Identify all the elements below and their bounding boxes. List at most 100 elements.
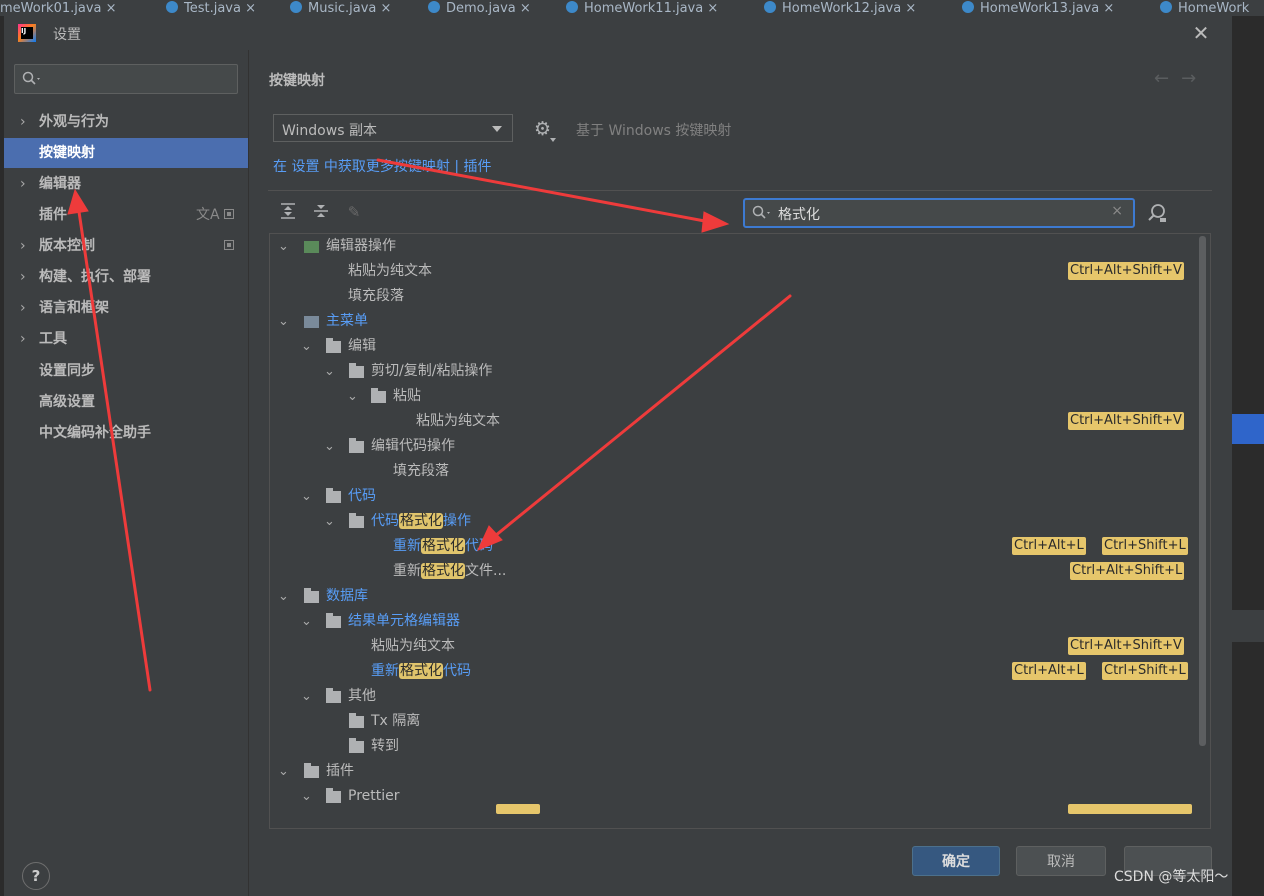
close-icon[interactable]: ✕ — [1190, 22, 1212, 44]
keymap-search-input[interactable]: 格式化 × — [743, 198, 1135, 228]
watermark: CSDN @等太阳～ — [1114, 869, 1229, 885]
sidebar-item-plugins[interactable]: 插件 文A — [4, 200, 248, 230]
chevron-down-icon: ⌄ — [278, 764, 289, 779]
tree-row[interactable]: ⌄ 剪切/复制/粘贴操作 — [270, 359, 1200, 384]
tree-row[interactable]: ⌄ 编辑代码操作 — [270, 434, 1200, 459]
shortcut-badge: Ctrl+Alt+Shift+V — [1068, 262, 1184, 280]
sidebar-item-keymap[interactable]: 按键映射 — [4, 138, 248, 168]
folder-icon — [304, 588, 319, 603]
tree-row[interactable]: 重新格式化文件... Ctrl+Alt+Shift+L — [270, 559, 1200, 584]
editor-tab[interactable]: HomeWork11.java × — [566, 0, 718, 16]
expand-all-icon[interactable] — [278, 202, 298, 222]
folder-icon — [326, 488, 341, 503]
sidebar-search-input[interactable] — [14, 64, 238, 94]
editor-tab[interactable]: Music.java × — [290, 0, 391, 16]
tree-row[interactable]: ⌄ 代码 — [270, 484, 1200, 509]
chevron-right-icon: › — [20, 176, 26, 192]
find-by-shortcut-icon[interactable] — [1146, 202, 1168, 224]
help-button[interactable]: ? — [22, 862, 50, 890]
editor-tab[interactable]: HomeWork13.java × — [962, 0, 1114, 16]
folder-icon — [349, 713, 364, 728]
keymap-panel: 按键映射 ← → Windows 副本 ⚙ 基于 Windows 按键映射 在 设… — [248, 50, 1232, 850]
tree-row[interactable]: 重新格式化代码 Ctrl+Alt+L Ctrl+Shift+L — [270, 659, 1200, 684]
chevron-down-icon: ⌄ — [301, 689, 312, 704]
chevron-down-icon: ⌄ — [301, 489, 312, 504]
tree-row[interactable]: ⌄ 结果单元格编辑器 — [270, 609, 1200, 634]
project-settings-icon — [224, 240, 234, 250]
chevron-down-icon: ⌄ — [301, 614, 312, 629]
folder-icon — [304, 763, 319, 778]
plugins-link[interactable]: 插件 — [459, 159, 492, 175]
ok-button[interactable]: 确定 — [912, 846, 1000, 876]
dialog-titlebar: IJ 设置 ✕ — [4, 16, 1232, 50]
shortcut-peek — [1068, 804, 1192, 814]
chevron-right-icon: › — [20, 238, 26, 254]
project-settings-icon — [224, 209, 234, 219]
folder-icon — [349, 438, 364, 453]
clear-search-icon[interactable]: × — [1111, 203, 1123, 219]
shortcut-badge: Ctrl+Alt+Shift+V — [1068, 412, 1184, 430]
chevron-down-icon: ⌄ — [278, 589, 289, 604]
dropdown-caret-icon — [492, 126, 502, 132]
sidebar-item-cn-helper[interactable]: 中文编码补全助手 — [4, 418, 248, 448]
tree-row[interactable]: 填充段落 — [270, 459, 1200, 484]
sidebar-item-vcs[interactable]: › 版本控制 — [4, 231, 248, 261]
sidebar-item-editor[interactable]: › 编辑器 — [4, 169, 248, 199]
search-match-highlight: 格式化 — [421, 538, 465, 554]
tree-row[interactable]: ⌄ 主菜单 — [270, 309, 1200, 334]
tree-row[interactable]: 转到 — [270, 734, 1200, 759]
search-icon — [752, 205, 770, 219]
editor-tab[interactable]: Demo.java × — [428, 0, 531, 16]
main-menu-icon — [304, 316, 319, 328]
sidebar-item-languages[interactable]: › 语言和框架 — [4, 293, 248, 323]
sidebar-item-sync[interactable]: 设置同步 — [4, 356, 248, 386]
highlight-peek — [496, 804, 540, 814]
tree-row[interactable]: 填充段落 — [270, 284, 1200, 309]
back-arrow-icon[interactable]: ← — [1154, 68, 1169, 89]
tree-row[interactable]: 重新格式化代码 Ctrl+Alt+L Ctrl+Shift+L — [270, 534, 1200, 559]
based-on-label: 基于 Windows 按键映射 — [576, 123, 732, 139]
chevron-down-icon: ⌄ — [278, 239, 289, 254]
tree-row[interactable]: ⌄ 插件 — [270, 759, 1200, 784]
sidebar-item-appearance[interactable]: › 外观与行为 — [4, 107, 248, 137]
tree-row[interactable]: ⌄ 粘贴 — [270, 384, 1200, 409]
sidebar-item-advanced[interactable]: 高级设置 — [4, 387, 248, 417]
other-folder-icon — [326, 688, 341, 703]
tree-row[interactable]: ⌄ 编辑 — [270, 334, 1200, 359]
tree-row[interactable]: ⌄ 其他 — [270, 684, 1200, 709]
tree-row[interactable]: ⌄ 代码格式化操作 — [270, 509, 1200, 534]
dialog-title: 设置 — [53, 27, 81, 43]
keymap-select[interactable]: Windows 副本 — [273, 114, 513, 142]
tree-row[interactable]: ⌄ 数据库 — [270, 584, 1200, 609]
tree-row[interactable]: Tx 隔离 — [270, 709, 1200, 734]
chevron-down-icon: ⌄ — [301, 789, 312, 804]
chevron-down-icon: ⌄ — [324, 364, 335, 379]
chevron-down-icon: ⌄ — [324, 439, 335, 454]
tree-row[interactable]: 粘贴为纯文本 Ctrl+Alt+Shift+V — [270, 409, 1200, 434]
chevron-right-icon: › — [20, 114, 26, 130]
shortcut-badge: Ctrl+Alt+Shift+V — [1068, 637, 1184, 655]
editor-tab[interactable]: HomeWork12.java × — [764, 0, 916, 16]
tree-row[interactable]: ⌄ 编辑器操作 — [270, 234, 1200, 259]
edit-pencil-icon[interactable]: ✎ — [344, 202, 364, 222]
tree-row[interactable]: 粘贴为纯文本 Ctrl+Alt+Shift+V — [270, 634, 1200, 659]
gear-dropdown-caret-icon — [550, 138, 556, 142]
chevron-right-icon: › — [20, 331, 26, 347]
tree-row[interactable]: ⌄ Prettier — [270, 784, 1200, 809]
folder-icon — [326, 613, 341, 628]
tree-scrollbar[interactable] — [1199, 236, 1206, 746]
settings-link[interactable]: 设置 — [291, 159, 319, 175]
shortcut-badge: Ctrl+Shift+L — [1102, 537, 1188, 555]
sidebar-item-build[interactable]: › 构建、执行、部署 — [4, 262, 248, 292]
editor-tab-strip: meWork01.java × Test.java × Music.java ×… — [0, 0, 1264, 16]
tree-row[interactable]: 粘贴为纯文本 Ctrl+Alt+Shift+V — [270, 259, 1200, 284]
editor-tab[interactable]: HomeWork — [1160, 0, 1249, 16]
collapse-all-icon[interactable] — [311, 202, 331, 222]
cancel-button[interactable]: 取消 — [1016, 846, 1106, 876]
sidebar-item-tools[interactable]: › 工具 — [4, 324, 248, 354]
folder-icon — [371, 388, 386, 403]
page-title: 按键映射 — [269, 73, 325, 89]
editor-tab[interactable]: Test.java × — [166, 0, 256, 16]
forward-arrow-icon[interactable]: → — [1181, 68, 1196, 89]
editor-tab[interactable]: meWork01.java × — [0, 0, 117, 16]
